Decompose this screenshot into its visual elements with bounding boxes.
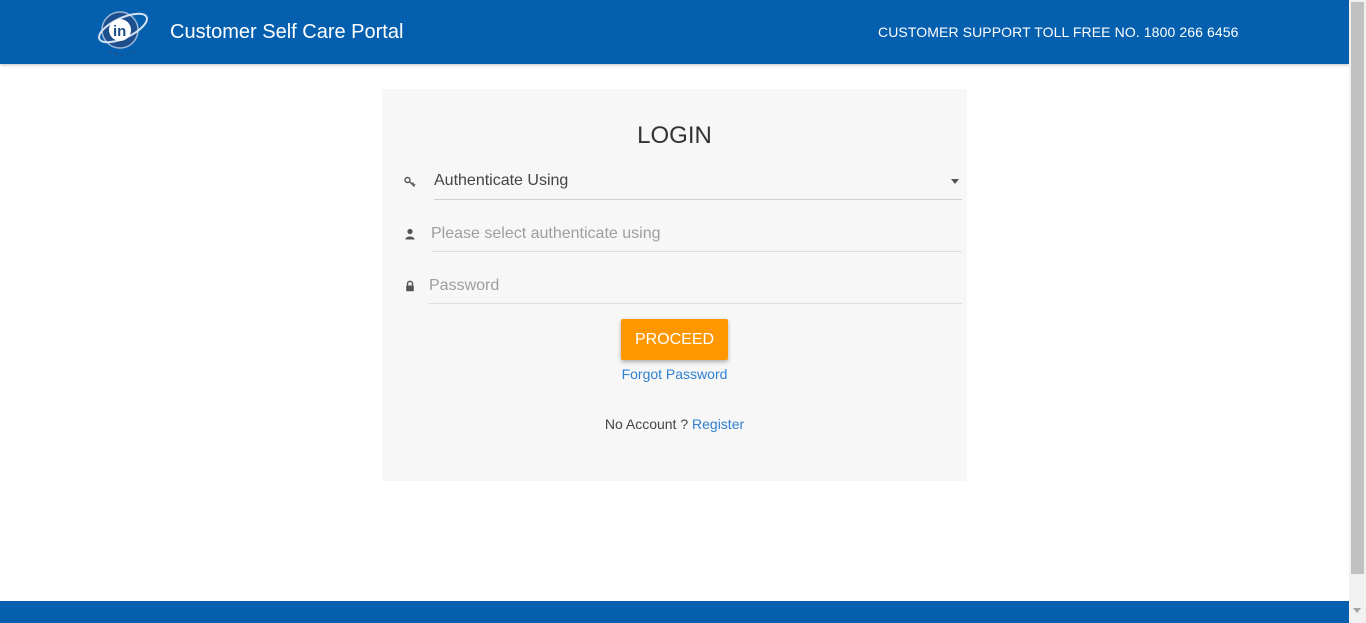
in-digital-logo[interactable]: in (96, 6, 150, 58)
register-row: No Account ? Register (0, 416, 1349, 432)
no-account-text: No Account ? (604, 416, 689, 432)
authenticate-using-select[interactable]: Authenticate Using (434, 162, 962, 200)
scroll-down-arrow-icon[interactable] (1353, 608, 1361, 613)
forgot-password-link[interactable]: Forgot Password (622, 366, 728, 382)
register-link[interactable]: Register (692, 416, 744, 432)
proceed-button[interactable]: PROCEED (621, 319, 728, 360)
portal-title: Customer Self Care Portal (170, 21, 404, 43)
lock-icon (404, 279, 416, 292)
password-field[interactable] (429, 268, 962, 304)
support-toll-free: CUSTOMER SUPPORT TOLL FREE NO. 1800 266 … (878, 24, 1239, 40)
authenticate-using-label: Authenticate Using (434, 172, 569, 189)
top-header: in Customer Self Care Portal CUSTOMER SU… (0, 0, 1349, 64)
page-scrollbar[interactable] (1349, 0, 1366, 623)
user-icon (404, 227, 416, 240)
scrollbar-thumb[interactable] (1351, 2, 1364, 574)
key-icon (404, 175, 416, 187)
login-title: LOGIN (637, 122, 712, 149)
footer-bar (0, 601, 1349, 623)
forgot-password-row: Forgot Password (0, 366, 1349, 382)
chevron-down-icon (951, 179, 959, 184)
svg-text:in: in (113, 23, 126, 40)
authenticate-value-input[interactable] (431, 216, 962, 252)
